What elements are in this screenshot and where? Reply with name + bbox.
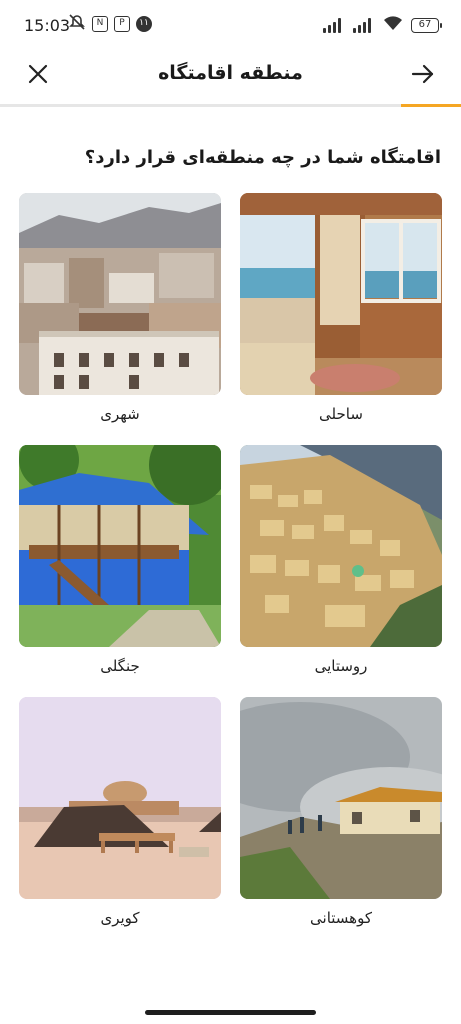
option-label: ساحلی (319, 405, 363, 423)
option-label: کویری (100, 909, 140, 927)
option-label: کوهستانی (310, 909, 372, 927)
option-forest[interactable]: جنگلی (19, 445, 221, 697)
arrow-right-icon (411, 64, 434, 84)
option-label: شهری (100, 405, 140, 423)
nfc-icon: N (92, 16, 108, 32)
signal-1-icon (323, 17, 345, 33)
progress-fill (401, 104, 461, 107)
desert-image (19, 697, 221, 899)
mute-icon (68, 14, 86, 34)
option-beach[interactable]: ساحلی (240, 193, 442, 445)
back-button[interactable] (409, 60, 437, 88)
option-label: روستایی (314, 657, 368, 675)
option-city[interactable]: شهری (19, 193, 221, 445)
app-header: منطقه اقامتگاه (0, 50, 461, 104)
option-desert[interactable]: کویری (19, 697, 221, 949)
wifi-icon (383, 15, 403, 35)
village-image (240, 445, 442, 647)
question-heading: اقامتگاه شما در چه منطقه‌ای قرار دارد؟ (84, 147, 441, 168)
progress-track (0, 104, 461, 107)
status-icons-left: N P ۱۱ (68, 14, 152, 34)
signal-2-icon (353, 17, 375, 33)
status-icons-right: 67 (323, 15, 442, 35)
beach-room-image (240, 193, 442, 395)
notification-badge-icon: ۱۱ (136, 16, 152, 32)
battery-icon: 67 (411, 17, 442, 33)
mountain-image (240, 697, 442, 899)
option-mountain[interactable]: کوهستانی (240, 697, 442, 949)
status-bar: 15:03 N P ۱۱ 67 (0, 0, 461, 50)
region-options-grid: ساحلی شهری روستایی جنگلی کوهستانی کویری (19, 193, 442, 949)
sim-icon: P (114, 16, 130, 32)
city-image (19, 193, 221, 395)
option-label: جنگلی (100, 657, 140, 675)
home-indicator[interactable] (145, 1010, 316, 1015)
page-title: منطقه اقامتگاه (158, 62, 303, 84)
status-time: 15:03 (24, 16, 71, 35)
option-village[interactable]: روستایی (240, 445, 442, 697)
forest-house-image (19, 445, 221, 647)
